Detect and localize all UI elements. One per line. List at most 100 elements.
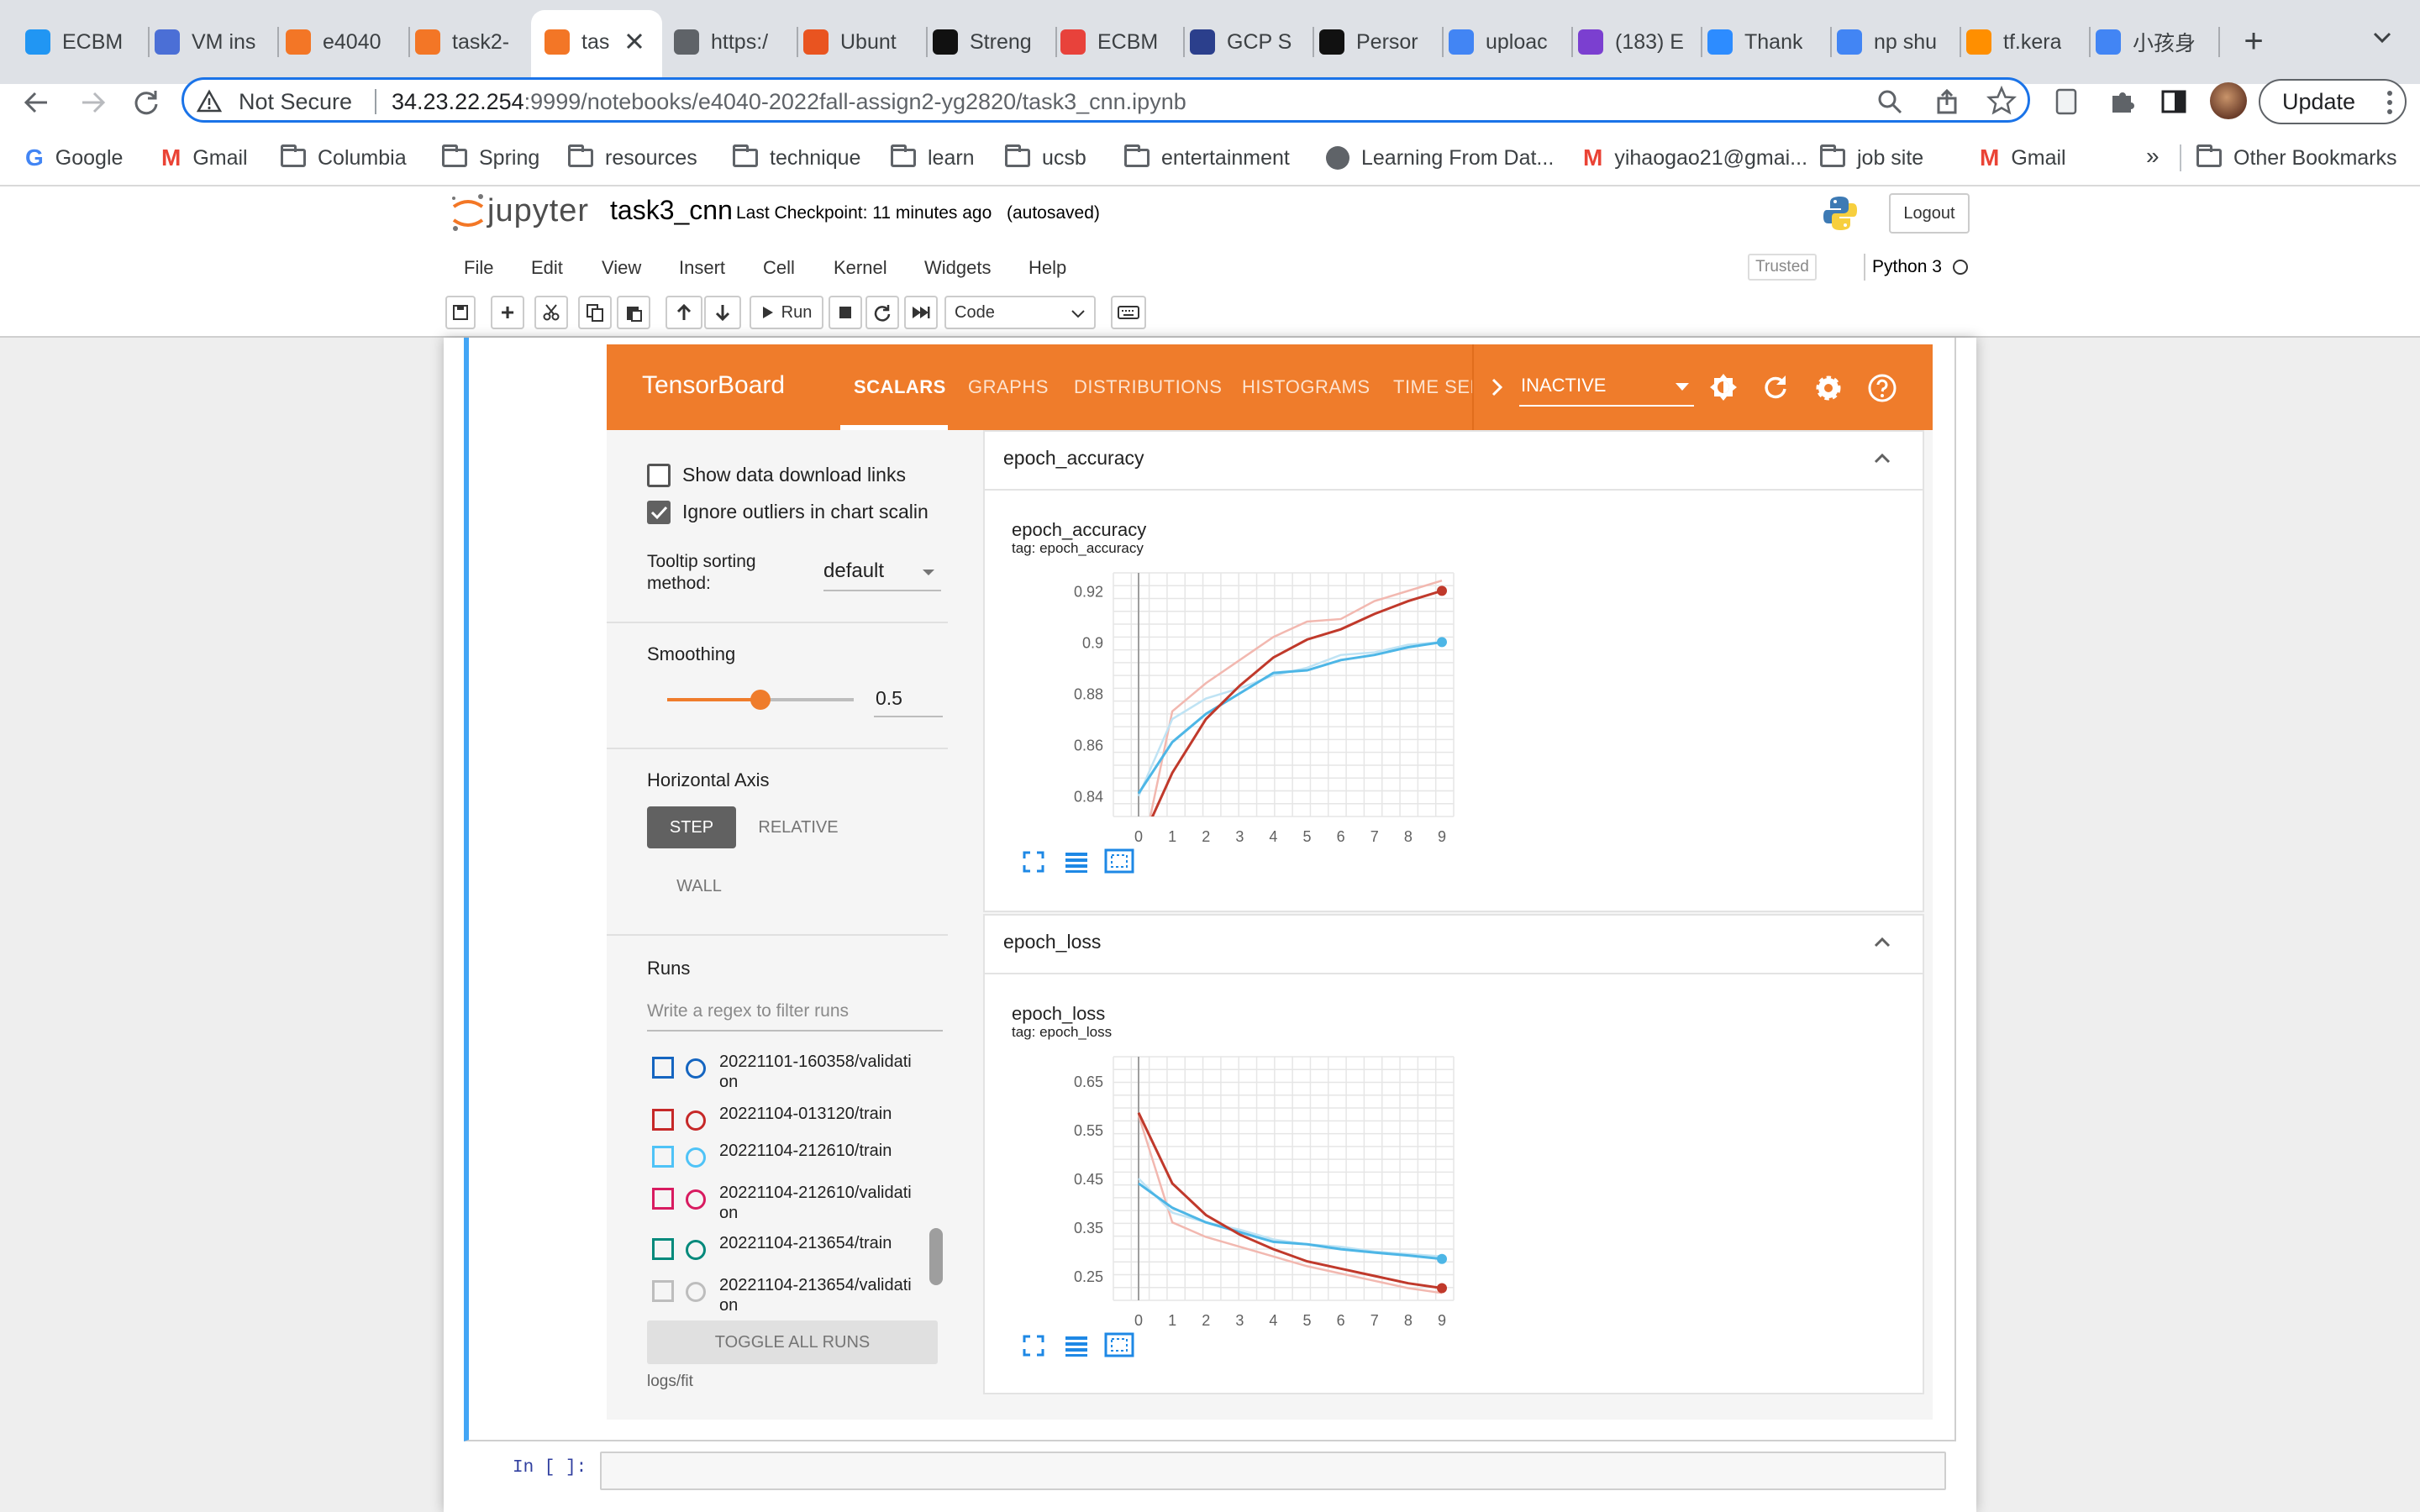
side-panel-icon[interactable]: [2160, 87, 2188, 116]
runs-scrollbar[interactable]: [929, 1228, 943, 1285]
reload-status-select[interactable]: INACTIVE: [1519, 370, 1694, 407]
run-checkbox[interactable]: [652, 1109, 674, 1131]
menu-help[interactable]: Help: [1028, 257, 1066, 279]
run-checkbox[interactable]: [652, 1188, 674, 1210]
bookmark-star-icon[interactable]: [1986, 85, 2018, 116]
run-color-circle-icon[interactable]: [686, 1240, 706, 1260]
axis-step-button[interactable]: STEP: [647, 806, 736, 848]
more-bookmarks-button[interactable]: »: [2146, 143, 2160, 170]
kernel-name[interactable]: Python 3: [1872, 257, 1942, 277]
share-icon[interactable]: [1933, 87, 1961, 116]
other-bookmarks-folder[interactable]: Other Bookmarks: [2196, 144, 2397, 171]
bookmark-item[interactable]: Myihaogao21@gmai...: [1583, 144, 1807, 171]
bookmark-item[interactable]: ucsb: [1005, 144, 1086, 171]
run-checkbox[interactable]: [652, 1146, 674, 1168]
browser-tab[interactable]: tf.kera: [1966, 15, 2074, 69]
browser-tab[interactable]: ECBM: [1060, 15, 1168, 69]
ignore-outliers-checkbox[interactable]: [647, 501, 671, 524]
tab-search-chevron-icon[interactable]: [2368, 24, 2396, 52]
toggle-log-scale-icon[interactable]: [1064, 1334, 1089, 1357]
slider-thumb[interactable]: [750, 690, 771, 710]
bookmark-item[interactable]: resources: [568, 144, 697, 171]
tb-tab-graphs[interactable]: GRAPHS: [968, 376, 1049, 398]
bookmark-item[interactable]: G Google: [25, 144, 123, 171]
smoothing-input[interactable]: 0.5: [874, 685, 943, 717]
tb-tab-histograms[interactable]: HISTOGRAMS: [1242, 376, 1370, 398]
browser-tab[interactable]: uploac: [1449, 15, 1556, 69]
zoom-icon[interactable]: [1876, 87, 1904, 116]
browser-tab[interactable]: task2-: [415, 15, 523, 69]
bookmark-item[interactable]: job site: [1820, 144, 1923, 171]
run-checkbox[interactable]: [652, 1280, 674, 1302]
theme-toggle-icon[interactable]: [1709, 373, 1738, 402]
browser-tab[interactable]: 小孩身: [2096, 15, 2203, 69]
interrupt-button[interactable]: [829, 296, 862, 329]
update-button[interactable]: Update: [2259, 79, 2407, 124]
tb-tab-time-ser[interactable]: TIME SER: [1393, 376, 1472, 398]
toggle-all-runs-button[interactable]: TOGGLE ALL RUNS: [647, 1320, 938, 1364]
cell-type-select[interactable]: Code: [944, 296, 1096, 329]
fit-domain-icon[interactable]: [1104, 848, 1134, 874]
run-checkbox[interactable]: [652, 1057, 674, 1079]
menu-widgets[interactable]: Widgets: [924, 257, 991, 279]
fullscreen-icon[interactable]: [1022, 1334, 1045, 1357]
notebook-name[interactable]: task3_cnn: [610, 195, 733, 226]
copy-button[interactable]: [578, 296, 612, 329]
chevron-right-icon[interactable]: [1487, 376, 1507, 398]
bookmark-item[interactable]: learn: [891, 144, 975, 171]
reload-icon[interactable]: [129, 86, 163, 119]
url-text[interactable]: 34.23.22.254:9999/notebooks/e4040-2022fa…: [392, 87, 1186, 116]
logout-button[interactable]: Logout: [1889, 193, 1970, 234]
browser-tab[interactable]: Thank: [1707, 15, 1815, 69]
menu-view[interactable]: View: [602, 257, 641, 279]
browser-tab[interactable]: e4040: [286, 15, 393, 69]
bookmark-item[interactable]: M Gmail: [161, 144, 248, 171]
extensions-puzzle-icon[interactable]: [2107, 86, 2138, 116]
toggle-log-scale-icon[interactable]: [1064, 850, 1089, 874]
forward-arrow-icon[interactable]: [76, 86, 109, 119]
browser-tab[interactable]: (183) E: [1578, 15, 1686, 69]
bookmark-item[interactable]: Columbia: [281, 144, 407, 171]
command-palette-button[interactable]: [1111, 296, 1146, 329]
settings-gear-icon[interactable]: [1813, 373, 1844, 403]
run-color-circle-icon[interactable]: [686, 1110, 706, 1131]
fit-domain-icon[interactable]: [1104, 1332, 1134, 1357]
axis-wall-button[interactable]: WALL: [647, 865, 751, 907]
cut-button[interactable]: [534, 296, 568, 329]
bookmark-item[interactable]: entertainment: [1124, 144, 1290, 171]
run-checkbox[interactable]: [652, 1238, 674, 1260]
run-color-circle-icon[interactable]: [686, 1058, 706, 1079]
bookmark-item[interactable]: Learning From Dat...: [1326, 144, 1554, 171]
bookmark-item[interactable]: technique: [733, 144, 860, 171]
move-up-button[interactable]: [666, 296, 702, 329]
collapse-chevron-icon[interactable]: [1870, 447, 1894, 470]
fullscreen-icon[interactable]: [1022, 850, 1045, 874]
save-button[interactable]: [445, 296, 476, 329]
browser-tab[interactable]: ECBM: [25, 15, 133, 69]
tooltip-sort-select[interactable]: default: [823, 556, 941, 591]
run-button[interactable]: Run: [750, 296, 823, 329]
jupyter-logo[interactable]: jupyter: [449, 192, 590, 235]
security-warning-label[interactable]: Not Secure: [239, 87, 352, 116]
bookmark-item[interactable]: M Gmail: [1980, 144, 2066, 171]
close-tab-icon[interactable]: [622, 29, 647, 54]
browser-tab[interactable]: GCP S: [1190, 15, 1297, 69]
move-down-button[interactable]: [704, 296, 741, 329]
run-color-circle-icon[interactable]: [686, 1282, 706, 1302]
restart-button[interactable]: [865, 296, 899, 329]
profile-avatar[interactable]: [2210, 82, 2247, 119]
loss-section-header[interactable]: [983, 914, 1924, 974]
paste-button[interactable]: [617, 296, 650, 329]
tb-tab-distributions[interactable]: DISTRIBUTIONS: [1074, 376, 1222, 398]
browser-tab[interactable]: https:/: [674, 15, 781, 69]
smoothing-slider[interactable]: [667, 687, 854, 712]
reading-mode-icon[interactable]: [2054, 87, 2079, 116]
new-tab-button[interactable]: +: [2237, 18, 2270, 64]
restart-run-all-button[interactable]: [904, 296, 938, 329]
trusted-indicator[interactable]: Trusted: [1748, 254, 1817, 281]
warning-triangle-icon[interactable]: [196, 89, 223, 114]
menu-insert[interactable]: Insert: [679, 257, 725, 279]
menu-edit[interactable]: Edit: [531, 257, 563, 279]
menu-kernel[interactable]: Kernel: [834, 257, 887, 279]
collapse-chevron-icon[interactable]: [1870, 931, 1894, 954]
